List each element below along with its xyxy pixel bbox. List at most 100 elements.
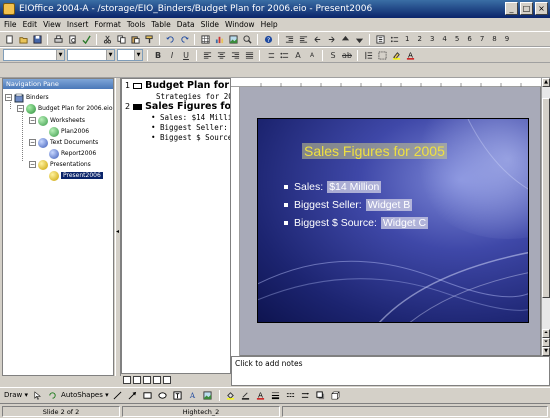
arrow-style-icon[interactable] bbox=[300, 389, 312, 401]
previous-slide-icon[interactable]: ⏶ bbox=[542, 329, 550, 338]
slide-bullet-source[interactable]: Biggest $ Source: Widget C bbox=[284, 217, 429, 229]
slide-view-icon[interactable] bbox=[143, 376, 151, 384]
tree-item-presentations[interactable]: − Presentations bbox=[29, 159, 91, 170]
font-color-icon[interactable]: A bbox=[404, 49, 416, 61]
table-icon[interactable] bbox=[199, 33, 211, 45]
outline-slide-2[interactable]: 2 Sales Figures fo bbox=[125, 101, 230, 112]
minimize-button[interactable]: _ bbox=[505, 2, 518, 15]
menu-slide[interactable]: Slide bbox=[199, 20, 223, 29]
menu-view[interactable]: View bbox=[41, 20, 65, 29]
next-slide-icon[interactable]: ⏷ bbox=[542, 338, 550, 347]
toolbar-number-4[interactable]: 4 bbox=[439, 35, 449, 43]
scrollbar-thumb[interactable] bbox=[542, 98, 550, 298]
copy-icon[interactable] bbox=[115, 33, 127, 45]
textbox-icon[interactable] bbox=[172, 389, 184, 401]
cut-icon[interactable] bbox=[101, 33, 113, 45]
slide-bullet-seller[interactable]: Biggest Seller: Widget B bbox=[284, 199, 413, 211]
toolbar-number-8[interactable]: 8 bbox=[489, 35, 499, 43]
save-icon[interactable] bbox=[31, 33, 43, 45]
italic-icon[interactable]: I bbox=[166, 49, 178, 61]
toolbar-number-2[interactable]: 2 bbox=[414, 35, 424, 43]
outline-bullet[interactable]: • Biggest $ Source: bbox=[151, 133, 230, 142]
toolbar-number-9[interactable]: 9 bbox=[502, 35, 512, 43]
text-color-icon[interactable]: A bbox=[255, 389, 267, 401]
3d-style-icon[interactable] bbox=[330, 389, 342, 401]
toolbar-number-6[interactable]: 6 bbox=[464, 35, 474, 43]
move-up-icon[interactable] bbox=[339, 33, 351, 45]
insert-image-icon[interactable] bbox=[202, 389, 214, 401]
redo-icon[interactable] bbox=[178, 33, 190, 45]
chevron-down-icon[interactable]: ▼ bbox=[134, 50, 142, 60]
wordart-icon[interactable]: A bbox=[187, 389, 199, 401]
select-pointer-icon[interactable] bbox=[31, 389, 43, 401]
outline-slide-1[interactable]: 1 Budget Plan for bbox=[125, 80, 229, 91]
print-preview-icon[interactable] bbox=[66, 33, 78, 45]
app-icon[interactable] bbox=[3, 3, 15, 15]
indent-icon[interactable] bbox=[283, 33, 295, 45]
arrow-icon[interactable] bbox=[127, 389, 139, 401]
line-spacing-icon[interactable] bbox=[362, 49, 374, 61]
strikethrough-icon[interactable]: ab bbox=[341, 49, 353, 61]
promote-icon[interactable] bbox=[311, 33, 323, 45]
menu-help[interactable]: Help bbox=[259, 20, 282, 29]
tree-item-worksheets[interactable]: − Worksheets bbox=[29, 115, 85, 126]
paste-icon[interactable] bbox=[129, 33, 141, 45]
outline-bullet[interactable]: • Sales: $14 Millio bbox=[151, 113, 230, 122]
format-painter-icon[interactable] bbox=[143, 33, 155, 45]
slide-title[interactable]: Sales Figures for 2005 bbox=[302, 143, 447, 159]
toolbar-number-5[interactable]: 5 bbox=[452, 35, 462, 43]
style-combo[interactable]: ▼ bbox=[3, 49, 65, 61]
highlight-icon[interactable] bbox=[390, 49, 402, 61]
menu-table[interactable]: Table bbox=[149, 20, 174, 29]
draw-menu-button[interactable]: Draw ▾ bbox=[4, 391, 28, 399]
help-icon[interactable]: ? bbox=[262, 33, 274, 45]
align-left-icon[interactable] bbox=[201, 49, 213, 61]
notes-pane[interactable]: Click to add notes bbox=[231, 356, 550, 386]
ellipse-icon[interactable] bbox=[157, 389, 169, 401]
vertical-scrollbar[interactable]: ▲ ⏶ ⏷ ▼ bbox=[541, 78, 550, 356]
normal-view-icon[interactable] bbox=[123, 376, 131, 384]
chart-icon[interactable] bbox=[213, 33, 225, 45]
rectangle-icon[interactable] bbox=[142, 389, 154, 401]
increase-font-icon[interactable]: A bbox=[292, 49, 304, 61]
tree-item-report2006[interactable]: Report2006 bbox=[49, 148, 96, 159]
tree-item-text-documents[interactable]: − Text Documents bbox=[29, 137, 98, 148]
tree-item-budget-plan[interactable]: − Budget Plan for 2006.eio bbox=[17, 103, 113, 114]
spellcheck-icon[interactable] bbox=[80, 33, 92, 45]
list-numbered-icon[interactable] bbox=[264, 49, 276, 61]
scroll-down-icon[interactable]: ▼ bbox=[542, 347, 550, 356]
align-center-icon[interactable] bbox=[215, 49, 227, 61]
demote-icon[interactable] bbox=[325, 33, 337, 45]
list-bulleted-icon[interactable] bbox=[278, 49, 290, 61]
close-button[interactable]: × bbox=[535, 2, 548, 15]
dash-style-icon[interactable] bbox=[285, 389, 297, 401]
menu-insert[interactable]: Insert bbox=[65, 20, 93, 29]
image-icon[interactable] bbox=[227, 33, 239, 45]
slideshow-icon[interactable] bbox=[163, 376, 171, 384]
menu-tools[interactable]: Tools bbox=[125, 20, 149, 29]
underline-icon[interactable]: U bbox=[180, 49, 192, 61]
outline-view-icon[interactable] bbox=[133, 376, 141, 384]
font-name-combo[interactable]: ▼ bbox=[67, 49, 115, 61]
chevron-down-icon[interactable]: ▼ bbox=[106, 50, 114, 60]
menu-window[interactable]: Window bbox=[223, 20, 259, 29]
open-icon[interactable] bbox=[17, 33, 29, 45]
outline-slide-1-subtitle[interactable]: Strategies for 20 bbox=[156, 92, 230, 101]
numbering-icon[interactable] bbox=[374, 33, 386, 45]
zoom-icon[interactable] bbox=[241, 33, 253, 45]
rotate-icon[interactable] bbox=[46, 389, 58, 401]
shadow-style-icon[interactable] bbox=[315, 389, 327, 401]
slide-bullet-sales[interactable]: Sales: $14 Million bbox=[284, 181, 382, 193]
move-down-icon[interactable] bbox=[353, 33, 365, 45]
chevron-down-icon[interactable]: ▼ bbox=[56, 50, 64, 60]
slide-sorter-icon[interactable] bbox=[153, 376, 161, 384]
shadow-icon[interactable]: S bbox=[327, 49, 339, 61]
outline-bullet[interactable]: • Biggest Seller: W bbox=[151, 123, 230, 132]
tree-item-plan2006[interactable]: Plan2006 bbox=[49, 126, 89, 137]
tree-item-binders[interactable]: − Binders bbox=[5, 92, 49, 103]
font-size-combo[interactable]: ▼ bbox=[117, 49, 143, 61]
menu-edit[interactable]: Edit bbox=[21, 20, 42, 29]
maximize-button[interactable]: □ bbox=[520, 2, 533, 15]
new-icon[interactable] bbox=[3, 33, 15, 45]
toolbar-number-3[interactable]: 3 bbox=[427, 35, 437, 43]
